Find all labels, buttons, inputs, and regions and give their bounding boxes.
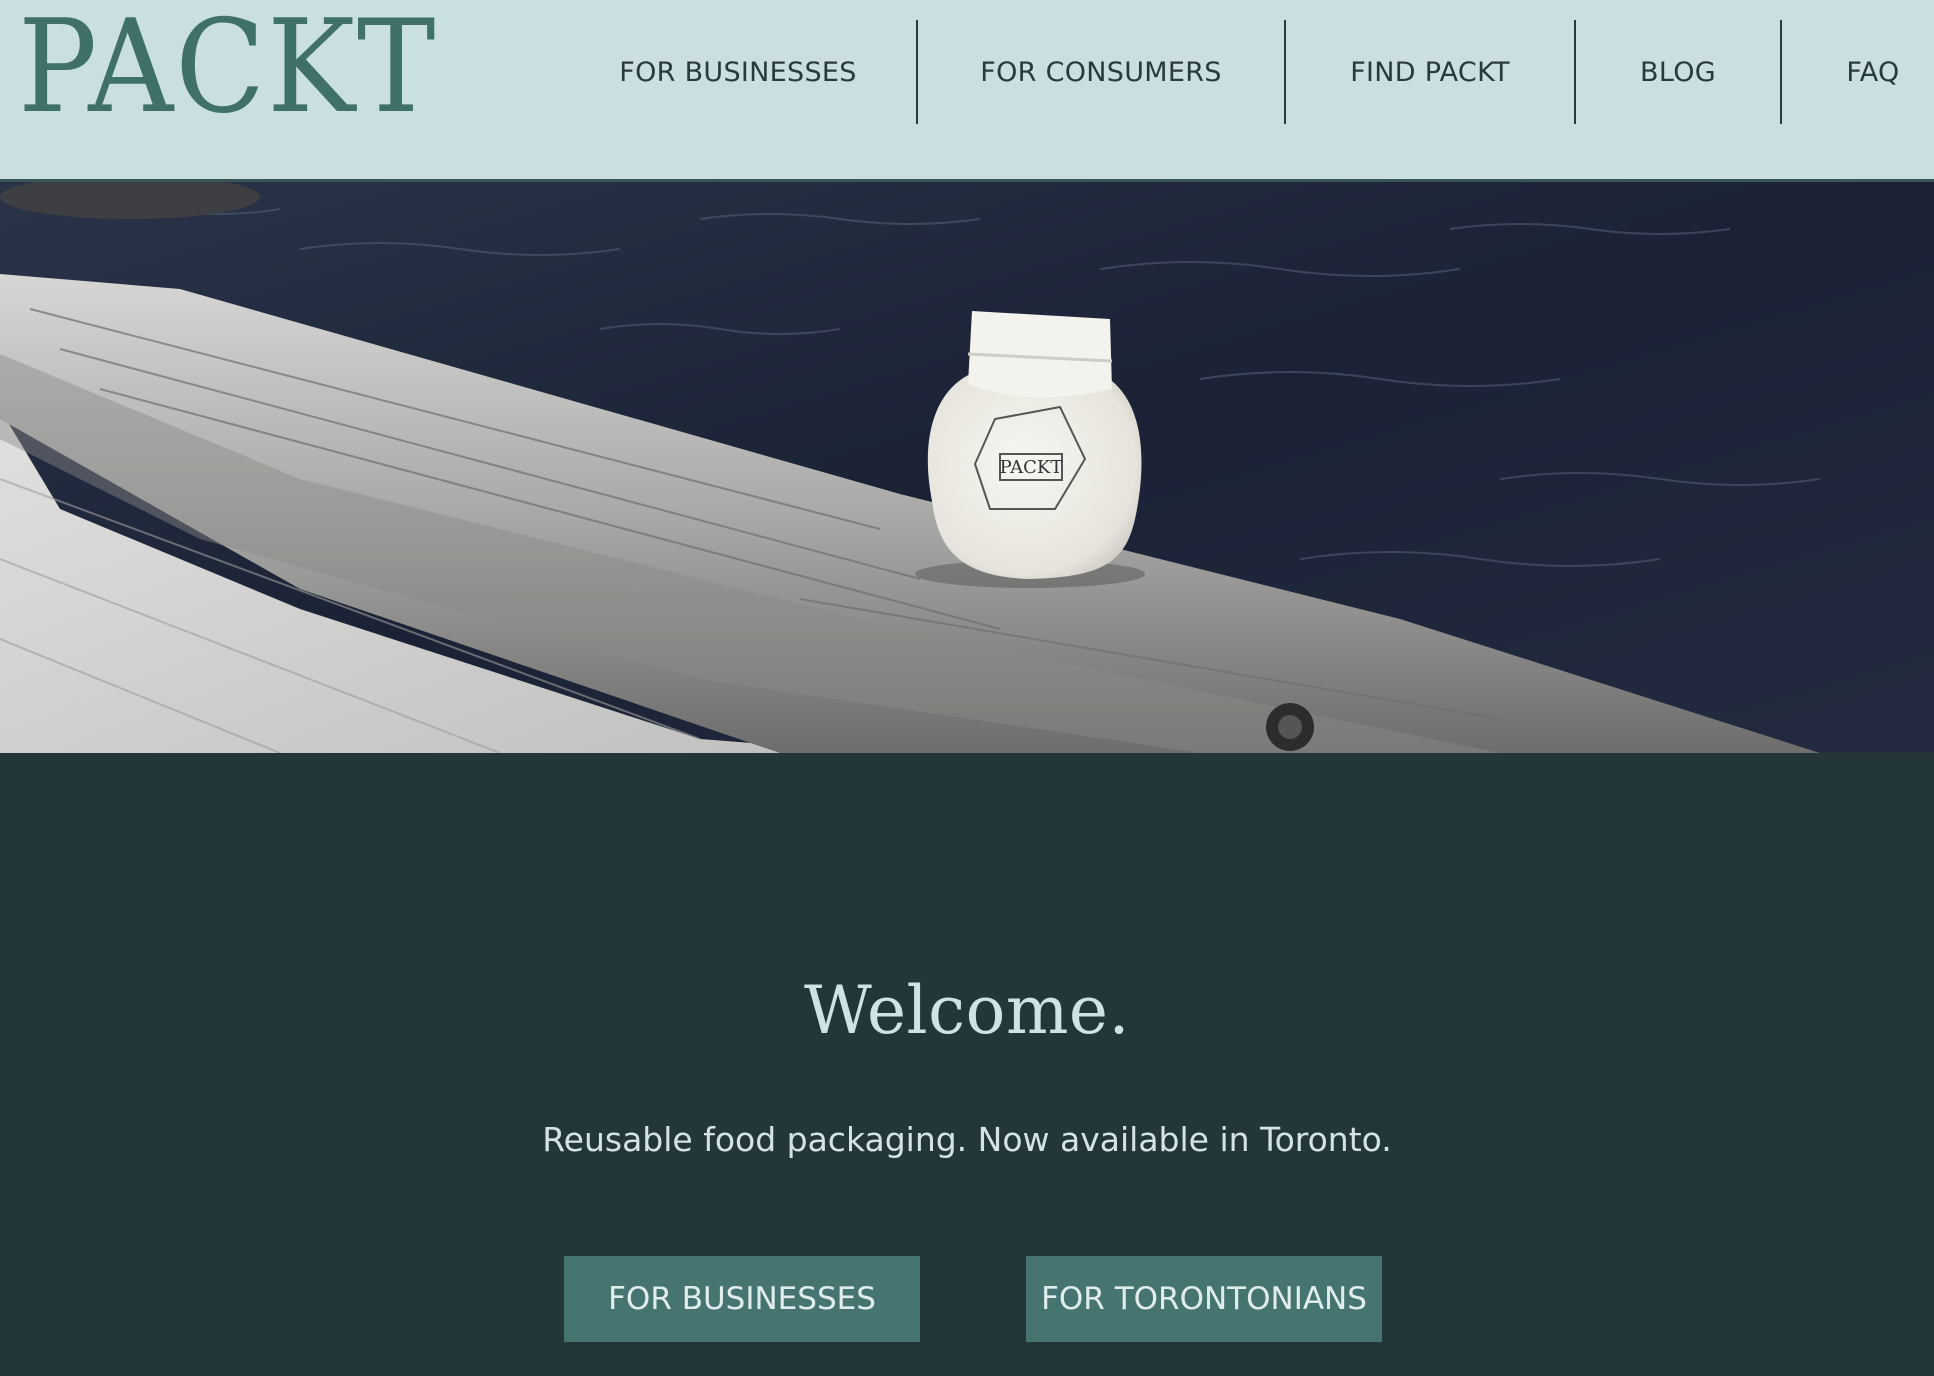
nav-find-packt[interactable]: FIND PACKT [1320, 20, 1540, 124]
nav-blog[interactable]: BLOG [1610, 20, 1746, 124]
nav-for-consumers[interactable]: FOR CONSUMERS [960, 20, 1242, 124]
pouch-brand: PACKT [1000, 457, 1063, 478]
nav-divider [1574, 20, 1576, 124]
welcome-heading: Welcome. [804, 972, 1130, 1049]
for-torontonians-button[interactable]: FOR TORONTONIANS [1026, 1256, 1382, 1342]
nav-divider [1780, 20, 1782, 124]
nav-for-businesses[interactable]: FOR BUSINESSES [600, 20, 876, 124]
main-nav: FOR BUSINESSES FOR CONSUMERS FIND PACKT … [0, 20, 1934, 124]
site-header: PACKT FOR BUSINESSES FOR CONSUMERS FIND … [0, 0, 1934, 179]
nav-divider [1284, 20, 1286, 124]
hero-image: PACKT [0, 179, 1934, 753]
for-businesses-button[interactable]: FOR BUSINESSES [564, 1256, 920, 1342]
hero-top-rule [0, 179, 1934, 182]
nav-divider [916, 20, 918, 124]
hero-photo: PACKT [0, 179, 1934, 753]
nav-faq[interactable]: FAQ [1812, 20, 1934, 124]
tagline: Reusable food packaging. Now available i… [542, 1120, 1392, 1159]
